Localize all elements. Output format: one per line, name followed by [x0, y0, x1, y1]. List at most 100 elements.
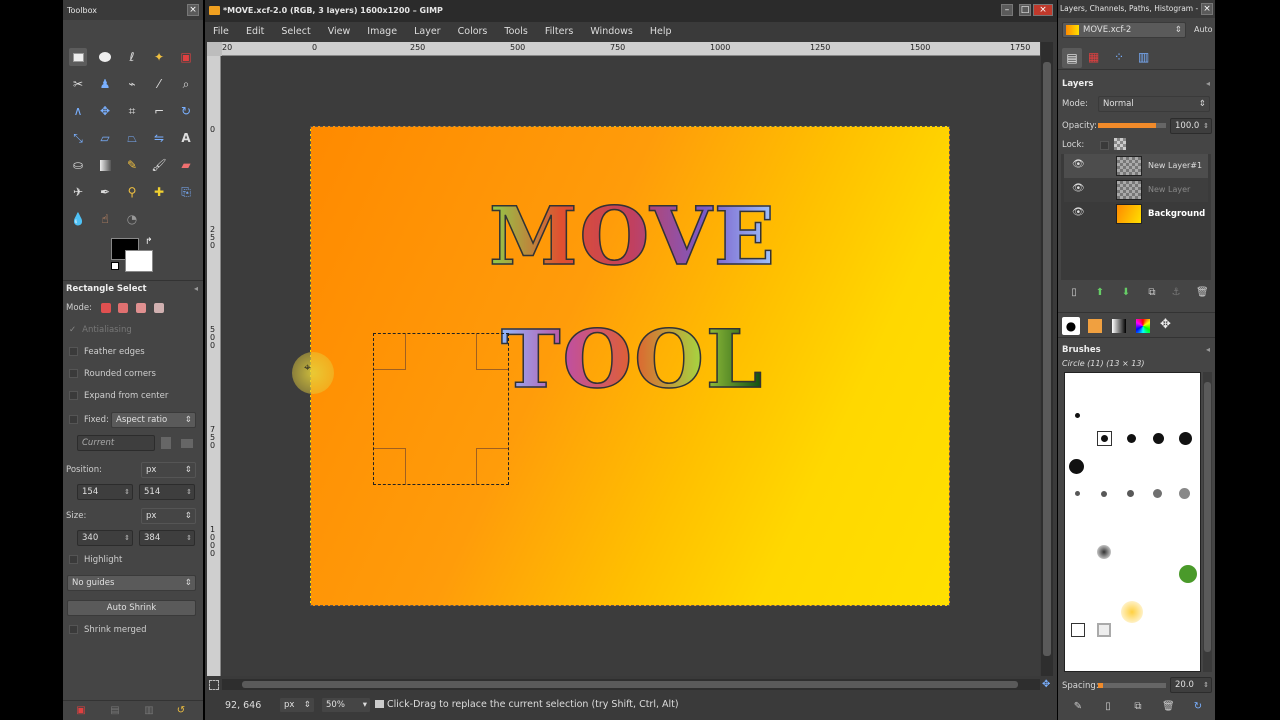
brush-swatch[interactable] [1179, 432, 1192, 445]
mode-intersect-icon[interactable] [153, 302, 164, 313]
visibility-eye-icon[interactable]: 👁 [1072, 207, 1085, 218]
paths-icon[interactable]: ⌁ [123, 75, 141, 93]
layer-row[interactable]: 👁 Background [1064, 202, 1208, 226]
menu-help[interactable]: Help [650, 26, 672, 37]
foreground-select-icon[interactable]: ♟ [96, 75, 114, 93]
scale-icon[interactable]: ⤡ [69, 129, 87, 147]
brush-swatch[interactable] [1101, 435, 1108, 442]
brush-swatch[interactable] [1127, 434, 1136, 443]
menu-view[interactable]: View [328, 26, 351, 37]
image-canvas[interactable]: MOVE TOOL [310, 126, 950, 606]
unit-combo[interactable]: px ⇕ [279, 697, 315, 713]
current-field[interactable]: Current [77, 435, 155, 451]
brush-swatch[interactable] [1127, 490, 1134, 497]
layer-row[interactable]: 👁 New Layer#1 [1064, 154, 1208, 178]
airbrush-icon[interactable]: ✈ [69, 183, 87, 201]
zoom-icon[interactable]: ⌕ [177, 75, 195, 93]
brush-swatch[interactable] [1179, 488, 1190, 499]
eraser-icon[interactable]: ▰ [177, 156, 195, 174]
brush-swatch[interactable] [1097, 545, 1111, 559]
menu-layer[interactable]: Layer [414, 26, 441, 37]
fixed-mode-combo[interactable]: Aspect ratio ⇕ [111, 412, 196, 428]
bucket-fill-icon[interactable]: ⛀ [69, 156, 87, 174]
clone-icon[interactable]: ⚲ [123, 183, 141, 201]
close-button[interactable]: × [187, 4, 199, 16]
close-button[interactable]: × [1201, 3, 1213, 15]
position-x-input[interactable]: 154 ⇕ [77, 484, 133, 500]
brush-swatch[interactable] [1153, 489, 1162, 498]
canvas-viewport[interactable]: MOVE TOOL ⌖ [222, 56, 1040, 676]
rounded-corners-checkbox[interactable] [69, 369, 78, 378]
menu-colors[interactable]: Colors [458, 26, 488, 37]
horizontal-ruler[interactable]: 20 0 250 500 750 1000 1250 1500 1750 [222, 42, 1040, 56]
brush-swatch[interactable] [1097, 623, 1111, 637]
scissors-icon[interactable]: ✂ [69, 75, 87, 93]
selection-handle-tr[interactable] [476, 334, 508, 370]
mode-subtract-icon[interactable] [136, 302, 147, 313]
brush-swatch[interactable] [1179, 565, 1197, 583]
lock-pixels-checkbox[interactable] [1100, 141, 1109, 150]
gradients-tab-icon[interactable] [1112, 319, 1126, 333]
palettes-tab-icon[interactable] [1136, 319, 1150, 333]
move-icon[interactable]: ✥ [96, 102, 114, 120]
guides-combo[interactable]: No guides ⇕ [67, 575, 196, 591]
patterns-tab-icon[interactable] [1088, 319, 1102, 333]
background-color-swatch[interactable] [125, 250, 153, 272]
delete-options-icon[interactable]: ▥ [143, 705, 155, 717]
position-y-input[interactable]: 514 ⇕ [139, 484, 195, 500]
visibility-eye-icon[interactable]: 👁 [1072, 159, 1085, 170]
position-unit-combo[interactable]: px ⇕ [141, 462, 196, 478]
rotate-icon[interactable]: ↻ [177, 102, 195, 120]
heal-icon[interactable]: ✚ [150, 183, 168, 201]
measure-icon[interactable]: ∧ [69, 102, 87, 120]
shrink-merged-row[interactable]: Shrink merged [69, 622, 197, 638]
mode-add-icon[interactable] [118, 302, 129, 313]
size-h-input[interactable]: 384 ⇕ [139, 530, 195, 546]
lock-alpha-icon[interactable] [1114, 138, 1126, 150]
refresh-brushes-icon[interactable]: ↻ [1192, 701, 1204, 713]
save-options-icon[interactable]: ▣ [75, 705, 87, 717]
menu-image[interactable]: Image [367, 26, 397, 37]
selection-handle-br[interactable] [476, 448, 508, 484]
undo-tab-icon[interactable]: ▥ [1138, 50, 1149, 64]
horizontal-scrollbar[interactable] [222, 679, 1040, 690]
opacity-slider[interactable] [1098, 123, 1166, 128]
size-unit-combo[interactable]: px ⇕ [141, 508, 196, 524]
perspective-clone-icon[interactable]: ⎘ [177, 183, 195, 201]
menu-file[interactable]: File [213, 26, 229, 37]
brush-swatch[interactable] [1075, 491, 1080, 496]
minimize-button[interactable]: – [1001, 4, 1013, 16]
expand-center-checkbox[interactable] [69, 391, 78, 400]
highlight-row[interactable]: Highlight [69, 552, 197, 568]
rounded-corners-row[interactable]: Rounded corners [69, 366, 197, 382]
perspective-icon[interactable]: ⏢ [123, 129, 141, 147]
dodge-burn-icon[interactable]: ◔ [123, 210, 141, 228]
duplicate-brush-icon[interactable]: ⧉ [1132, 701, 1144, 713]
blend-icon[interactable] [96, 156, 114, 174]
maximize-button[interactable]: □ [1019, 4, 1031, 16]
duplicate-layer-icon[interactable]: ⧉ [1146, 287, 1158, 299]
antialiasing-row[interactable]: ✓ Antialiasing [69, 322, 197, 338]
panel-menu-icon[interactable]: ◂ [1206, 79, 1210, 88]
opacity-input[interactable]: 100.0 ⇕ [1170, 118, 1212, 134]
visibility-eye-icon[interactable]: 👁 [1072, 183, 1085, 194]
delete-brush-icon[interactable]: 🗑 [1162, 701, 1175, 713]
panel-menu-icon[interactable]: ◂ [194, 284, 198, 293]
swap-colors-icon[interactable]: ↱ [145, 237, 153, 247]
paintbrush-icon[interactable]: 🖌 [150, 156, 168, 174]
layer-mode-combo[interactable]: Normal ⇕ [1098, 96, 1210, 112]
auto-shrink-button[interactable]: Auto Shrink [67, 600, 196, 616]
reset-options-icon[interactable]: ↺ [175, 705, 187, 717]
quick-mask-icon[interactable] [209, 680, 219, 690]
feather-edges-row[interactable]: Feather edges [69, 344, 197, 360]
align-icon[interactable]: ⌗ [123, 102, 141, 120]
menu-edit[interactable]: Edit [246, 26, 264, 37]
pencil-icon[interactable]: ✎ [123, 156, 141, 174]
selection-handle-tl[interactable] [374, 334, 406, 370]
shear-icon[interactable]: ▱ [96, 129, 114, 147]
anchor-layer-icon[interactable]: ⚓ [1170, 287, 1182, 299]
ink-icon[interactable]: ✒ [96, 183, 114, 201]
highlight-checkbox[interactable] [69, 555, 78, 564]
mode-replace-icon[interactable] [100, 302, 111, 313]
blur-icon[interactable]: 💧 [69, 210, 87, 228]
